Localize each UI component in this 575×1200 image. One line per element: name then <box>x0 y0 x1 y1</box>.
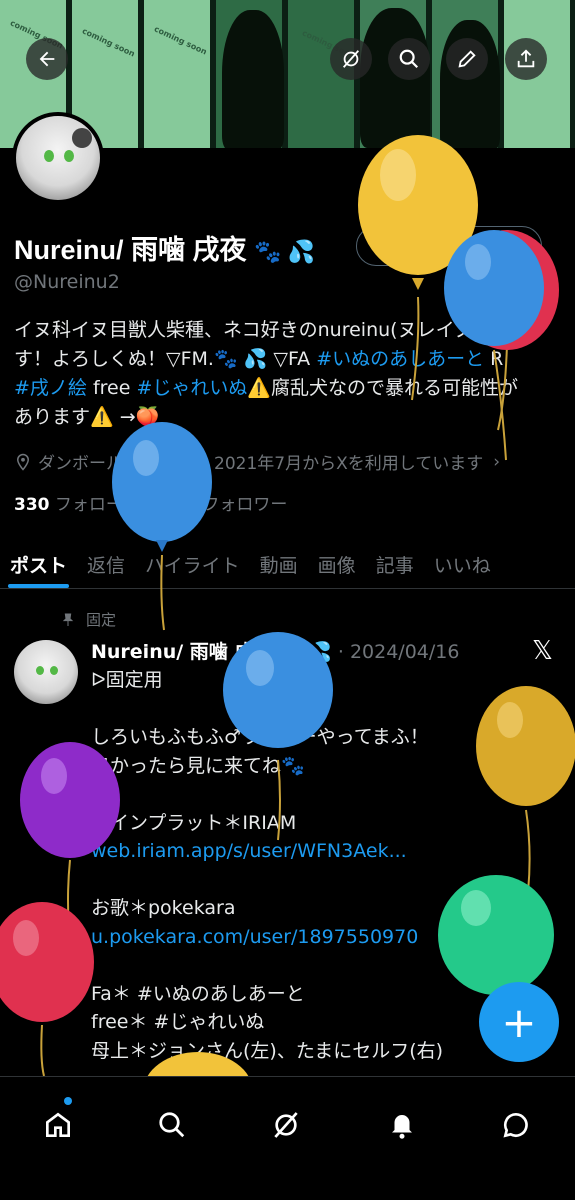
nav-grok[interactable] <box>256 1095 316 1155</box>
follow-stats: 330 フォロー中 300 フォロワー <box>14 490 287 515</box>
joined-text: 2021年7月からXを利用しています <box>214 454 484 474</box>
edit-button[interactable] <box>446 38 488 80</box>
grok-button[interactable] <box>330 38 372 80</box>
tab-articles[interactable]: 記事 <box>366 540 424 588</box>
profile-avatar[interactable] <box>12 112 104 204</box>
grok-icon <box>342 50 360 68</box>
tab-likes[interactable]: いいね <box>424 540 501 588</box>
share-button[interactable] <box>505 38 547 80</box>
balloon-red-left <box>0 902 94 1077</box>
nav-search[interactable] <box>142 1095 202 1155</box>
calendar-icon <box>191 454 207 469</box>
tweet-header: Nureinu/ 雨噛 戌夜 🐾 💦 · 2024/04/16 <box>91 641 460 663</box>
back-icon <box>39 51 55 67</box>
location-icon <box>16 453 30 471</box>
hashtag-link[interactable]: #戌ノ絵 <box>14 377 87 399</box>
plus-icon: + <box>501 997 537 1047</box>
tab-highlights[interactable]: ハイライト <box>135 540 250 588</box>
pencil-icon <box>458 50 476 68</box>
tweet-author[interactable]: Nureinu/ 雨噛 戌夜 <box>91 641 272 663</box>
x-logo-icon: 𝕏 <box>532 636 553 666</box>
location-text: ダンボールの中！ <box>38 454 174 474</box>
tab-posts[interactable]: ポスト <box>0 540 77 588</box>
tab-replies[interactable]: 返信 <box>77 540 135 588</box>
followers-link[interactable]: 300 フォロワー <box>162 495 288 515</box>
pinned-indicator: 固定 <box>60 609 116 630</box>
nav-notifications[interactable] <box>372 1095 432 1155</box>
hashtag-link[interactable]: #いぬのあしあーと <box>316 348 484 370</box>
messages-icon <box>503 1112 528 1138</box>
tab-images[interactable]: 画像 <box>308 540 366 588</box>
home-icon <box>46 1112 70 1137</box>
pin-icon <box>62 613 74 626</box>
tweet-date[interactable]: · 2024/04/16 <box>338 641 460 663</box>
hashtag-link[interactable]: #じゃれいぬ <box>136 377 247 399</box>
share-icon <box>517 49 535 68</box>
profile-meta: ダンボールの中！ 2021年7月からXを利用しています › <box>14 449 559 474</box>
profile-tabs: ポスト 返信 ハイライト 動画 画像 記事 いいね <box>0 540 575 589</box>
bottom-nav <box>0 1076 575 1200</box>
search-icon <box>159 1112 185 1138</box>
back-button[interactable] <box>26 38 68 80</box>
grok-icon <box>274 1112 298 1138</box>
tab-videos[interactable]: 動画 <box>250 540 308 588</box>
nav-home[interactable] <box>28 1095 88 1155</box>
iriam-link[interactable]: web.iriam.app/s/user/WFN3Aek... <box>91 837 551 866</box>
profile-handle: @Nureinu2 <box>14 271 120 293</box>
pokekara-link[interactable]: u.pokekara.com/user/1897550970 <box>91 923 551 952</box>
search-icon <box>399 49 419 69</box>
compose-button[interactable]: + <box>479 982 559 1062</box>
search-button[interactable] <box>388 38 430 80</box>
profile-bio: イヌ科イヌ目獣人柴種、ネコ好きのnureinu(ヌレイヌ)っ す！よろしくぬ！▽… <box>14 319 519 428</box>
nav-messages[interactable] <box>486 1095 546 1155</box>
notifications-icon <box>392 1115 412 1139</box>
verify-button[interactable]: 認証を受ける <box>356 226 542 266</box>
following-link[interactable]: 330 フォロー中 <box>14 495 140 515</box>
profile-name: Nureinu/ 雨噛 戌夜 🐾 💦 <box>14 235 315 265</box>
chevron-right-icon[interactable]: › <box>493 452 500 472</box>
tweet-avatar[interactable] <box>14 640 78 704</box>
